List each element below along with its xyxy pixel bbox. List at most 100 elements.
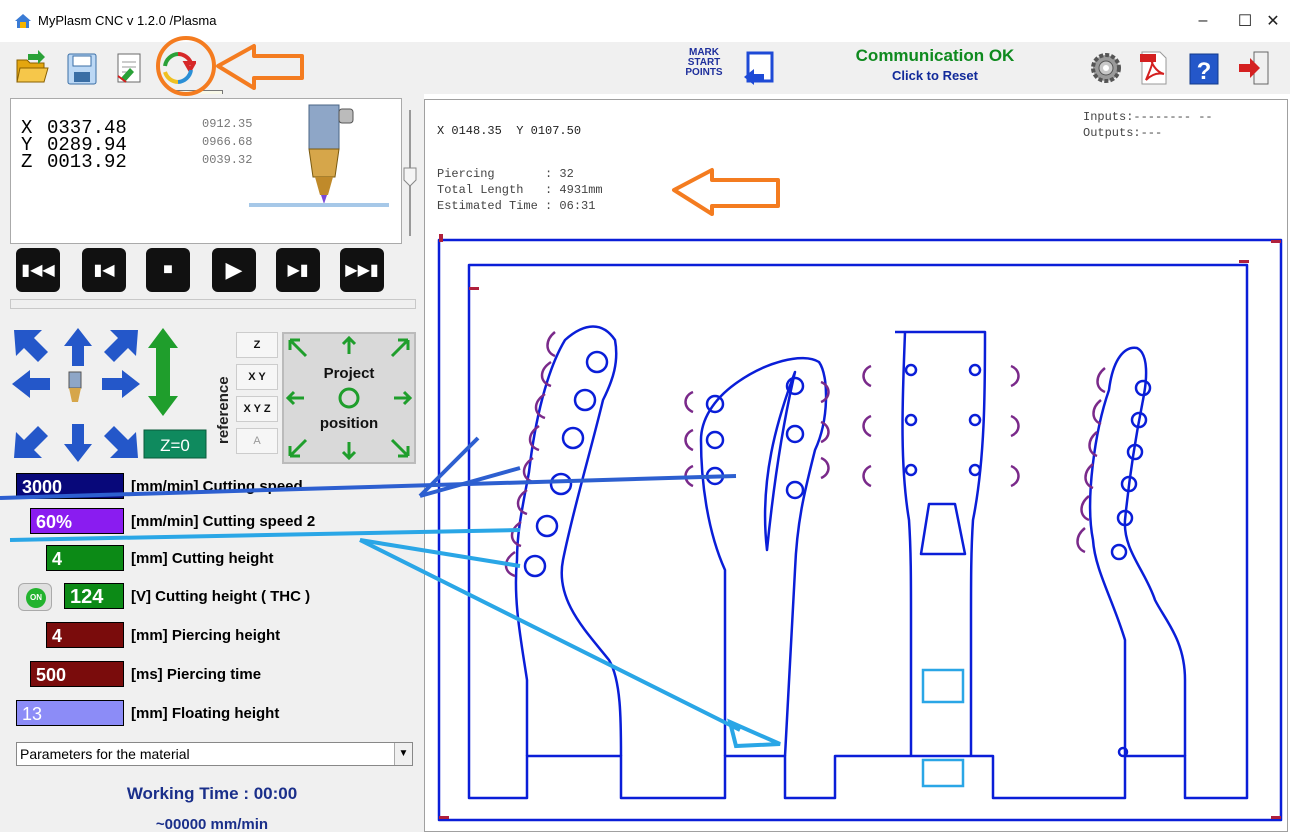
sheet-inner-frame — [467, 263, 1249, 800]
jog-up-right-icon — [104, 330, 138, 362]
headstock-1-hole-1 — [585, 350, 609, 374]
coord-z-axis-label: Z — [21, 151, 33, 173]
jog-down-right-icon — [104, 426, 138, 458]
thc-toggle-button[interactable]: ON — [18, 583, 52, 611]
reference-xy-button[interactable]: X Y — [236, 364, 278, 390]
headstock-2-outline — [699, 356, 828, 757]
floating-height-label: [mm] Floating height — [131, 705, 280, 722]
headstock-2-slot — [763, 370, 797, 552]
headstock-3-hole-6 — [968, 463, 982, 477]
toolbar: MARK START POINTS Communication OK Click… — [0, 42, 1290, 94]
piercing-height-label: [mm] Piercing height — [131, 627, 281, 644]
material-select-value: Parameters for the material — [20, 746, 190, 762]
torch-height-bar — [249, 203, 389, 207]
jog-z-up-icon — [148, 328, 178, 374]
cutting-height-label: [mm] Cutting height — [131, 550, 274, 567]
headstock-1-outline — [514, 325, 623, 757]
jog-left-icon — [12, 370, 50, 398]
project-position-button[interactable]: Project position — [282, 332, 416, 464]
job-progress-bar — [10, 299, 416, 309]
cutting-speed-input[interactable]: 3000 — [16, 473, 124, 499]
svg-text:?: ? — [1197, 58, 1212, 85]
headstock-2-hole-3 — [705, 466, 725, 486]
reference-label: reference — [215, 376, 232, 444]
piercing-height-input[interactable]: 4 — [46, 622, 124, 648]
coord-z-value: 0013.92 — [47, 151, 127, 173]
z-height-slider[interactable] — [402, 108, 418, 238]
param-row-cutting-speed: 3000 [mm/min] Cutting speed — [0, 472, 424, 500]
return-arrow-icon[interactable] — [742, 50, 776, 86]
coordinate-display: X 0337.48 0912.35 Y 0289.94 0966.68 Z 00… — [10, 98, 402, 244]
thc-voltage-label: [V] Cutting height ( THC ) — [131, 588, 311, 605]
mark-start-points-button[interactable]: MARK START POINTS — [680, 48, 728, 78]
reference-a-button[interactable]: A — [236, 428, 278, 454]
jog-down-icon — [64, 424, 92, 462]
plasma-torch-icon — [308, 104, 354, 204]
headstock-1-hole-5 — [535, 514, 559, 538]
project-position-arrows-icon: Project position — [285, 335, 413, 461]
feed-rate-label: ~00000 mm/min — [155, 816, 269, 832]
jog-pad: Z=0 — [12, 328, 207, 462]
headstock-3-hole-4 — [968, 363, 982, 377]
exit-icon[interactable] — [1236, 48, 1272, 88]
headstock-1-hole-6 — [523, 554, 547, 578]
pierce-marker — [1271, 240, 1281, 243]
headstock-3-hole-1 — [904, 363, 918, 377]
edit-document-icon[interactable] — [112, 48, 148, 88]
piercing-time-input[interactable]: 500 — [30, 661, 124, 687]
drawing-canvas[interactable]: X 0148.35 Y 0107.50 Inputs:-------- -- O… — [424, 99, 1288, 832]
piercing-time-label: [ms] Piercing time — [131, 666, 262, 683]
help-icon[interactable]: ? — [1186, 48, 1222, 88]
pierce-marker — [439, 816, 449, 819]
close-button[interactable]: ✕ — [1250, 8, 1290, 34]
headstock-3-tuners — [862, 364, 1020, 488]
reference-xyz-button[interactable]: X Y Z — [236, 396, 278, 422]
headstock-3-hole-3 — [904, 463, 918, 477]
floating-height-input[interactable]: 13 — [16, 700, 124, 726]
title-bar: MyPlasm CNC v 1.2.0 /Plasma – ☐ ✕ — [0, 0, 1290, 42]
coord-z-secondary: 0039.32 — [202, 153, 253, 167]
small-hole — [1117, 746, 1129, 758]
communication-status-title: Communication OK — [855, 46, 1015, 65]
headstock-4-outline — [1088, 346, 1187, 756]
open-folder-icon[interactable] — [14, 48, 50, 88]
communication-status[interactable]: Communication OK Click to Reset — [800, 46, 1070, 83]
fast-forward-button[interactable]: ▶▶▮ — [340, 248, 384, 292]
step-back-button[interactable]: ▮◀ — [82, 248, 126, 292]
chevron-down-icon[interactable]: ▼ — [394, 743, 412, 765]
analyse-icon[interactable] — [160, 48, 196, 88]
param-row-piercing-height: 4 [mm] Piercing height — [0, 621, 424, 649]
save-icon[interactable] — [64, 48, 100, 88]
thc-voltage-input[interactable]: 124 — [64, 583, 124, 609]
jog-z-down-icon — [148, 370, 178, 416]
minimize-button[interactable]: – — [1180, 8, 1226, 34]
jog-right-icon — [102, 370, 140, 398]
svg-text:reference: reference — [215, 376, 232, 444]
cutting-height-input[interactable]: 4 — [46, 545, 124, 571]
reference-z-button[interactable]: Z — [236, 332, 278, 358]
headstock-3-hole-5 — [968, 413, 982, 427]
app-icon — [15, 14, 31, 28]
headstock-4-hole-6 — [1110, 543, 1128, 561]
param-row-cutting-speed-2: 60% [mm/min] Cutting speed 2 — [0, 507, 424, 535]
headstock-1-hole-4 — [549, 472, 573, 496]
pdf-icon[interactable] — [1136, 48, 1172, 88]
headstock-2-hole-2 — [705, 430, 725, 450]
settings-gear-icon[interactable] — [1088, 48, 1124, 88]
pierce-marker — [1239, 260, 1249, 263]
headstock-2-tuners — [684, 380, 830, 488]
headstock-3-outline — [894, 330, 987, 756]
jog-up-left-icon — [14, 330, 48, 362]
stop-button[interactable]: ■ — [146, 248, 190, 292]
cutting-speed-2-input[interactable]: 60% — [30, 508, 124, 534]
step-forward-button[interactable]: ▶▮ — [276, 248, 320, 292]
headstock-1-hole-2 — [573, 388, 597, 412]
rewind-to-start-button[interactable]: ▮◀◀ — [16, 248, 60, 292]
inlay-pocket-2 — [921, 758, 965, 788]
pierce-marker — [1271, 816, 1281, 819]
material-parameters-select[interactable]: Parameters for the material ▼ — [16, 742, 413, 766]
headstock-3-truss-cover — [919, 502, 967, 556]
thc-on-icon: ON — [26, 588, 46, 608]
play-button[interactable]: ▶ — [212, 248, 256, 292]
pierce-marker — [469, 287, 479, 290]
